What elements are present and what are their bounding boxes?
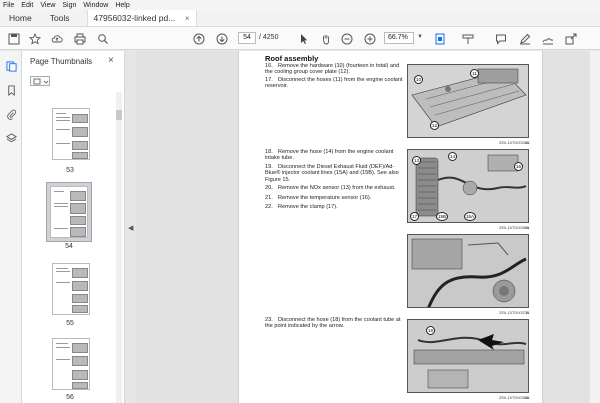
page-number-input[interactable]: 54: [238, 32, 256, 44]
left-navigation-strip: [0, 51, 22, 403]
thumbnail-scrollbar[interactable]: [116, 92, 122, 403]
callout-label: 16: [514, 162, 523, 171]
thumbnail-label: 55: [66, 320, 74, 327]
layers-icon[interactable]: [4, 131, 18, 145]
step-item: 18. Remove the hose (14) from the engine …: [265, 149, 394, 162]
step-item: 17. Disconnect the hoses (11) from the en…: [265, 77, 403, 90]
save-icon[interactable]: [6, 31, 21, 46]
figure-number: 14: [525, 225, 530, 230]
step-item: 16. Remove the hardware (10) (fourteen in…: [265, 63, 400, 76]
document-page: Roof assembly 16. Remove the hardware (10…: [238, 51, 543, 403]
tab-document[interactable]: 47956032-linked pd... ×: [86, 10, 197, 26]
figure-number: 15: [525, 310, 530, 315]
thumbnail-label: 53: [66, 167, 74, 174]
star-icon[interactable]: [27, 31, 42, 46]
callout-label: 12: [430, 121, 439, 130]
tab-home[interactable]: Home: [0, 10, 41, 26]
attachment-icon[interactable]: [4, 107, 18, 121]
menu-window[interactable]: Window: [83, 2, 108, 9]
menu-edit[interactable]: Edit: [21, 2, 33, 9]
callout-label: 13: [412, 156, 421, 165]
menu-bar: File Edit View Sign Window Help: [0, 0, 600, 10]
zoom-out-icon[interactable]: [339, 31, 354, 46]
thumbnail-page-55[interactable]: [52, 263, 90, 315]
step-item: 19. Disconnect the Diesel Exhaust Fluid (…: [265, 164, 399, 183]
figure-image: 10 11 12: [407, 64, 529, 138]
right-scrollbar[interactable]: [590, 51, 600, 403]
toolbar: 54 / 4250 66.7% ▼: [0, 27, 600, 50]
callout-label: 15A: [464, 212, 476, 221]
chevron-down-icon[interactable]: ▼: [417, 34, 423, 40]
figure-number: 16: [525, 395, 530, 400]
page-total: / 4250: [259, 34, 279, 41]
close-icon[interactable]: ×: [185, 14, 190, 23]
figure-image: [407, 234, 529, 308]
sign-icon[interactable]: [540, 31, 555, 46]
bookmark-icon[interactable]: [4, 83, 18, 97]
page-fit-icon[interactable]: [432, 31, 447, 46]
thumbnail-page-54[interactable]: [50, 186, 88, 238]
page-down-icon[interactable]: [214, 31, 229, 46]
tab-document-label: 47956032-linked pd...: [93, 13, 176, 23]
callout-label: 14: [448, 152, 457, 161]
cursor-select-icon[interactable]: [296, 31, 311, 46]
search-icon[interactable]: [95, 31, 110, 46]
menu-sign[interactable]: Sign: [62, 2, 76, 9]
thumbnail-label: 54: [65, 243, 73, 250]
tab-bar: Home Tools 47956032-linked pd... ×: [0, 10, 600, 27]
thumbnail-options-button[interactable]: [30, 76, 50, 86]
comment-icon[interactable]: [493, 31, 508, 46]
step-item: 20. Remove the NOx sensor (13) from the e…: [265, 185, 396, 191]
menu-help[interactable]: Help: [115, 2, 129, 9]
highlight-pen-icon[interactable]: [517, 31, 532, 46]
close-icon[interactable]: ×: [108, 55, 114, 66]
print-icon[interactable]: [72, 31, 87, 46]
zoom-level-select[interactable]: 66.7%: [384, 32, 414, 44]
hand-tool-icon[interactable]: [318, 31, 333, 46]
thumbnail-page-56[interactable]: [52, 338, 90, 390]
collapse-panel-icon[interactable]: ◀: [128, 224, 133, 232]
callout-label: 11: [470, 69, 479, 78]
callout-label: 17: [410, 212, 419, 221]
figure-number: 13: [525, 140, 530, 145]
menu-file[interactable]: File: [3, 2, 14, 9]
callout-label: 10: [414, 75, 423, 84]
thumbnail-label: 56: [66, 394, 74, 401]
page-up-icon[interactable]: [191, 31, 206, 46]
menu-view[interactable]: View: [40, 2, 55, 9]
figure-image: 18: [407, 319, 529, 393]
step-item: 22. Remove the clamp (17).: [265, 204, 338, 210]
tab-tools[interactable]: Tools: [41, 10, 79, 26]
figure-image: 13 14 16 17 15A 15B: [407, 149, 529, 223]
callout-label: 18: [426, 326, 435, 335]
panel-title: Page Thumbnails: [30, 57, 93, 66]
thumbnail-page-53[interactable]: [52, 108, 90, 160]
step-item: 21. Remove the temperature sensor (16).: [265, 195, 372, 201]
share-icon[interactable]: [563, 31, 578, 46]
callout-label: 15B: [436, 212, 448, 221]
step-item: 23. Disconnect the hose (18) from the coo…: [265, 317, 401, 330]
thumbnails-icon[interactable]: [4, 59, 18, 73]
cloud-upload-icon[interactable]: [49, 31, 64, 46]
section-title: Roof assembly: [265, 54, 319, 63]
zoom-in-icon[interactable]: [362, 31, 377, 46]
scroll-mode-icon[interactable]: [460, 31, 475, 46]
